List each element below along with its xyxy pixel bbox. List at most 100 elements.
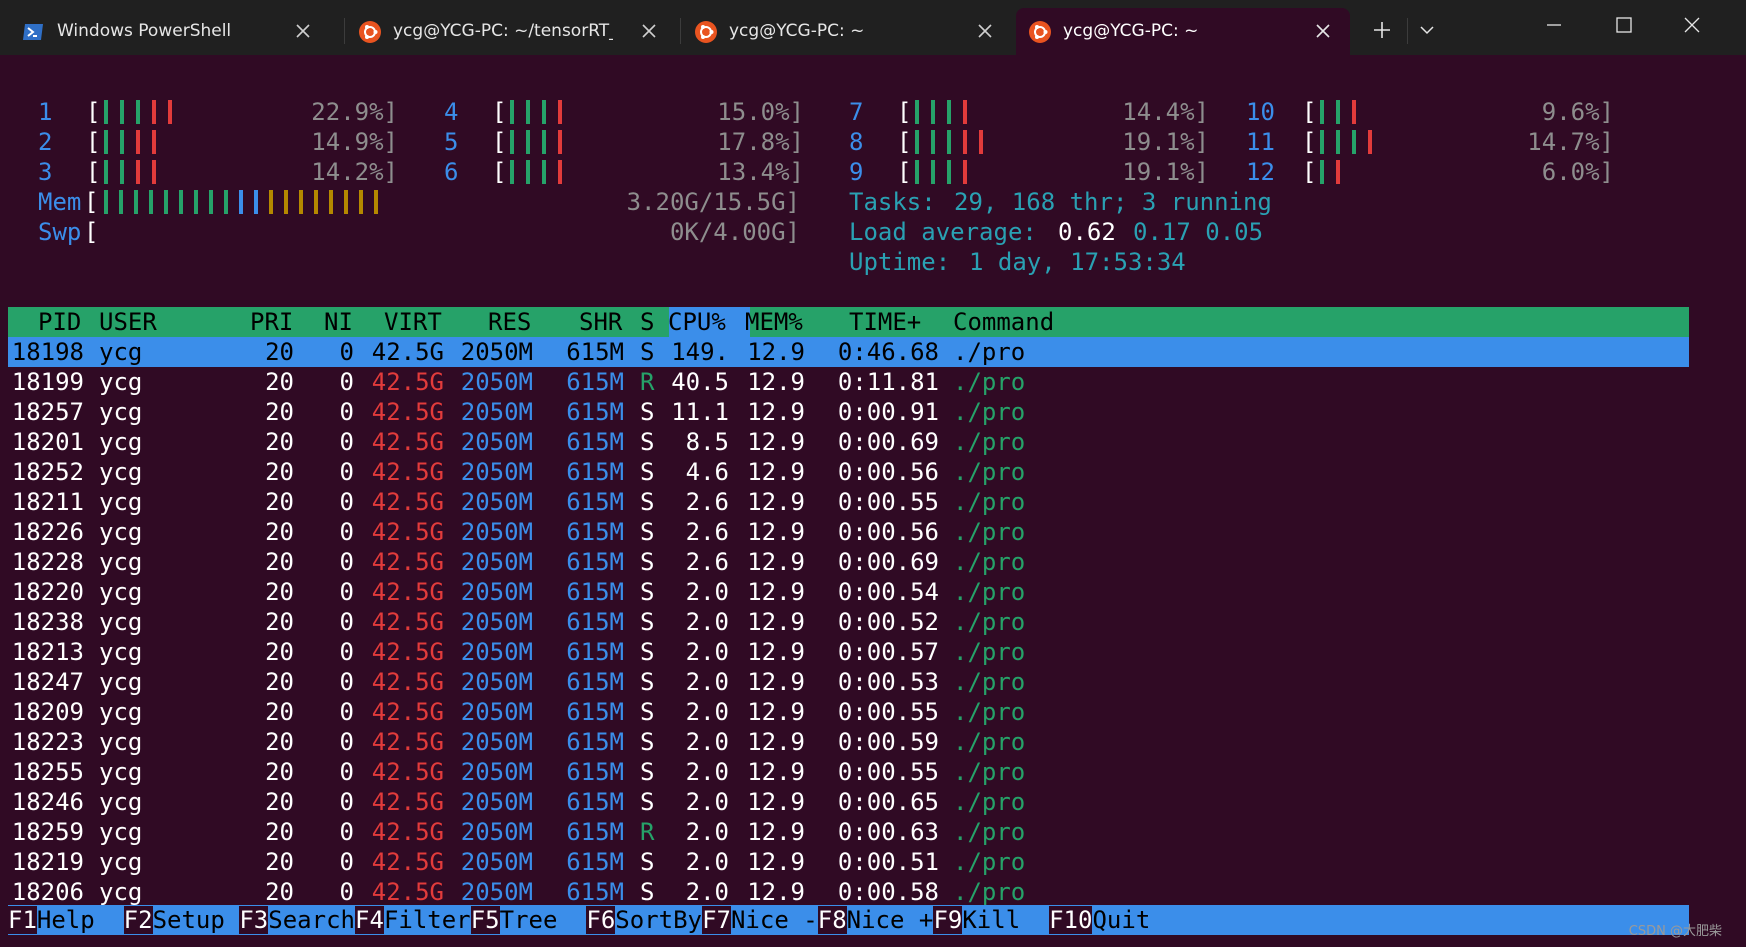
cell-pid: 18252 bbox=[11, 458, 84, 486]
cell-cmd: ./pro bbox=[953, 878, 1026, 906]
fkey-label: Filter bbox=[383, 906, 471, 934]
window-close-icon[interactable] bbox=[1672, 5, 1712, 45]
tab-label: ycg@YCG-PC: ~/tensorRT_F bbox=[393, 21, 613, 41]
cell-cmd: ./pro bbox=[953, 848, 1026, 876]
swp-bracket: [ bbox=[84, 218, 99, 246]
cpu-meter-bar bbox=[1320, 127, 1384, 154]
cpu-meter-tick bbox=[510, 160, 514, 184]
chevron-down-icon[interactable] bbox=[1407, 10, 1447, 50]
column-header-pid[interactable]: PID bbox=[38, 307, 81, 337]
cpu-percent: 22.9%] bbox=[311, 98, 398, 126]
cpu-percent: 19.1%] bbox=[1122, 158, 1209, 186]
close-icon[interactable] bbox=[974, 20, 996, 42]
close-icon[interactable] bbox=[292, 20, 314, 42]
cpu-meter-tick bbox=[104, 160, 108, 184]
mem-meter-tick bbox=[329, 190, 333, 214]
cpu-bracket: [ bbox=[86, 98, 101, 126]
cpu-meter-tick bbox=[510, 100, 514, 124]
load-label: Load average: bbox=[849, 218, 1037, 246]
cpu-meter-tick bbox=[510, 130, 514, 154]
cpu-meter-bar bbox=[104, 127, 168, 154]
cpu-meter-tick bbox=[136, 130, 140, 154]
new-tab-icon[interactable] bbox=[1362, 10, 1402, 50]
cpu-bracket: [ bbox=[492, 98, 507, 126]
cpu-meter-tick bbox=[931, 130, 935, 154]
cpu-meter-tick bbox=[526, 100, 530, 124]
close-icon[interactable] bbox=[638, 20, 660, 42]
minimize-icon[interactable] bbox=[1534, 5, 1574, 45]
fkey-f10[interactable]: F10Quit bbox=[1049, 905, 1150, 935]
cpu-meter-tick bbox=[963, 100, 967, 124]
cell-cmd: ./pro bbox=[953, 608, 1026, 636]
cell-pid: 18223 bbox=[11, 728, 84, 756]
column-header-ni[interactable]: NI bbox=[324, 307, 353, 337]
cell-cmd: ./pro bbox=[953, 428, 1026, 456]
cpu-meter-tick bbox=[120, 130, 124, 154]
tab-home-1[interactable]: ycg@YCG-PC: ~ bbox=[682, 8, 1012, 55]
column-header-command[interactable]: Command bbox=[953, 307, 1054, 337]
cell-time: 0:11.81 bbox=[837, 368, 939, 396]
cpu-meter-tick bbox=[1352, 100, 1356, 124]
fkey-f6[interactable]: F6SortBy bbox=[586, 905, 702, 935]
cpu-meter-bar bbox=[510, 97, 574, 124]
fkey-f7[interactable]: F7Nice - bbox=[702, 905, 818, 935]
cell-pid: 18206 bbox=[11, 878, 84, 906]
fkey-f4[interactable]: F4Filter bbox=[355, 905, 471, 935]
cell-time: 0:00.52 bbox=[837, 608, 939, 636]
cpu-meter-tick bbox=[542, 160, 546, 184]
column-header-pri[interactable]: PRI bbox=[250, 307, 293, 337]
ubuntu-icon bbox=[359, 21, 381, 43]
column-header-s[interactable]: S bbox=[640, 307, 654, 337]
cell-pid: 18199 bbox=[11, 368, 84, 396]
cpu-meter-tick bbox=[104, 130, 108, 154]
tab-label: ycg@YCG-PC: ~ bbox=[729, 21, 865, 41]
cell-time: 0:00.69 bbox=[837, 548, 939, 576]
cell-pid: 18257 bbox=[11, 398, 84, 426]
cpu-id: 4 bbox=[444, 98, 459, 126]
maximize-icon[interactable] bbox=[1604, 5, 1644, 45]
ubuntu-icon bbox=[1029, 21, 1051, 43]
cpu-id: 7 bbox=[849, 98, 864, 126]
swp-value: 0K/4.00G] bbox=[669, 218, 800, 246]
fkey-key: F3 bbox=[239, 906, 269, 934]
column-header-time[interactable]: TIME+ bbox=[849, 307, 921, 337]
tab-powershell[interactable]: Windows PowerShell bbox=[10, 8, 330, 55]
fkey-f9[interactable]: F9Kill bbox=[933, 905, 1049, 935]
cpu-bracket: [ bbox=[492, 158, 507, 186]
cpu-meter-tick bbox=[152, 130, 156, 154]
column-header-cpu[interactable]: CPU% bbox=[668, 307, 726, 337]
cell-time: 0:00.58 bbox=[837, 878, 939, 906]
cell-cmd: ./pro bbox=[953, 338, 1026, 366]
mem-meter-tick bbox=[179, 190, 183, 214]
tab-tensorrt[interactable]: ycg@YCG-PC: ~/tensorRT_F bbox=[346, 8, 676, 55]
cell-cmd: ./pro bbox=[953, 758, 1026, 786]
cpu-bracket: [ bbox=[86, 158, 101, 186]
cpu-meter-tick bbox=[1320, 100, 1324, 124]
fkey-f2[interactable]: F2Setup bbox=[123, 905, 240, 935]
cpu-id: 3 bbox=[38, 158, 53, 186]
fkey-label: Nice - bbox=[730, 906, 818, 934]
fkey-f5[interactable]: F5Tree bbox=[470, 905, 587, 935]
fkey-f1[interactable]: F1Help bbox=[8, 905, 124, 935]
swp-label: Swp bbox=[38, 218, 82, 246]
cpu-meter-tick bbox=[1336, 130, 1340, 154]
column-header-mem[interactable]: MEM% bbox=[745, 307, 803, 337]
fkey-key: F5 bbox=[470, 906, 500, 934]
column-header-shr[interactable]: SHR bbox=[579, 307, 622, 337]
watermark: CSDN @大肥柴 bbox=[1628, 924, 1722, 939]
column-header-user[interactable]: USER bbox=[99, 307, 157, 337]
fkey-key: F1 bbox=[8, 906, 37, 934]
cell-time: 0:00.53 bbox=[837, 668, 939, 696]
close-icon[interactable] bbox=[1312, 20, 1334, 42]
cell-time: 0:00.54 bbox=[837, 578, 939, 606]
fkey-f3[interactable]: F3Search bbox=[239, 905, 355, 935]
cpu-id: 9 bbox=[849, 158, 864, 186]
mem-meter-tick bbox=[209, 190, 213, 214]
fkey-key: F8 bbox=[817, 906, 847, 934]
cpu-bracket: [ bbox=[1302, 128, 1317, 156]
fkey-f8[interactable]: F8Nice + bbox=[817, 905, 933, 935]
column-header-res[interactable]: RES bbox=[488, 307, 531, 337]
tab-home-active[interactable]: ycg@YCG-PC: ~ bbox=[1016, 8, 1350, 55]
fkey-key: F2 bbox=[123, 906, 153, 934]
column-header-virt[interactable]: VIRT bbox=[384, 307, 442, 337]
